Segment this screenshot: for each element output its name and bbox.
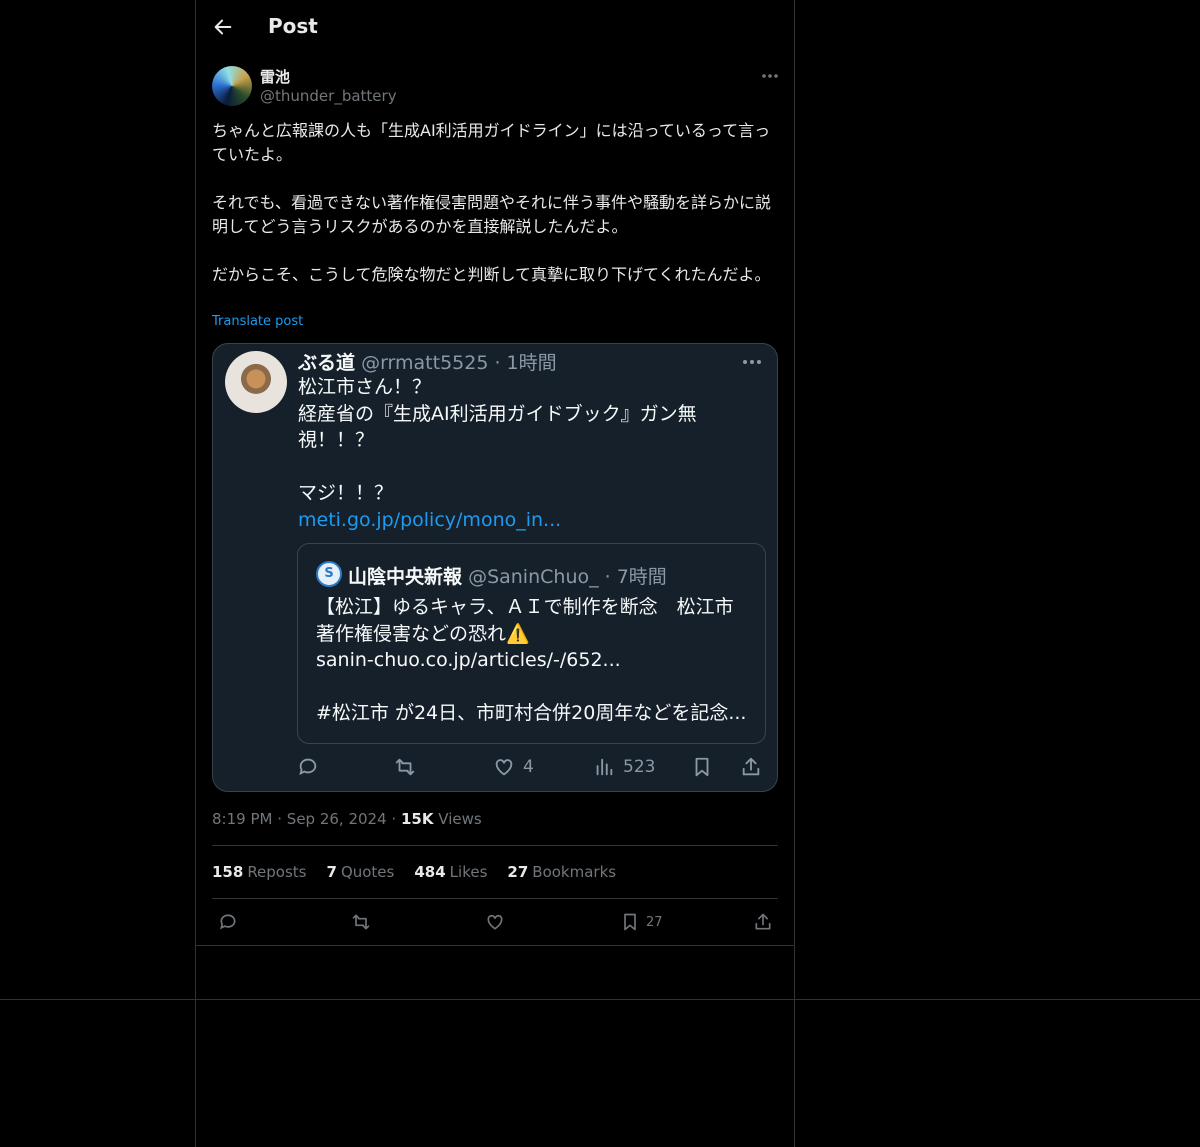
reply-icon (220, 914, 236, 930)
bookmark-icon (695, 757, 709, 777)
quoted-handle-time: @rrmatt5525 · 1時間 (361, 352, 557, 374)
translate-post-link[interactable]: Translate post (212, 314, 303, 329)
quoted-line: 経産省の『生成AI利活用ガイドブック』ガン無 (298, 402, 697, 425)
nested-header: 山陰中央新報 @SaninChuo_ · 7時間 (348, 562, 667, 589)
reply-icon (299, 758, 317, 776)
bookmark-button[interactable]: 27 (620, 911, 663, 933)
quoted-line (298, 454, 718, 481)
quoted-like: 4 (493, 752, 534, 782)
quoted-reply (297, 752, 319, 782)
bookmarks-stat[interactable]: 27 Bookmarks (507, 863, 616, 881)
quoted-more-icon (743, 360, 761, 364)
nested-line: 【松江】ゆるキャラ、ＡＩで制作を断念 松江市 (316, 596, 734, 618)
quoted-action-bar: 4 523 (297, 752, 767, 782)
quoted-link: meti.go.jp/policy/mono_in... (298, 508, 562, 531)
views-count: 15K (400, 810, 434, 828)
quoted-line: 松江市さん！？ (298, 376, 432, 398)
likes-count: 484 (414, 863, 446, 881)
post-meta: 8:19 PM · Sep 26, 2024 · 15K Views (212, 810, 482, 828)
page-title: Post (268, 14, 318, 38)
share-button[interactable] (753, 911, 773, 933)
reposts-stat[interactable]: 158 Reposts (212, 863, 307, 881)
post-text: ちゃんと広報課の人も「生成AI利活用ガイドライン」には沿っているって言っていたよ… (212, 119, 778, 311)
bookmark-count: 27 (646, 914, 663, 930)
more-icon[interactable] (760, 66, 780, 86)
quoted-avatar (225, 351, 287, 413)
likes-label: Likes (449, 863, 488, 881)
quoted-post-image[interactable]: ぶる道 @rrmatt5525 · 1時間 松江市さん！？ 経産省の『生成AI利… (212, 343, 778, 792)
like-button[interactable] (485, 911, 505, 933)
nested-line: #松江市 が24日、市町村合併20周年などを記念... (316, 702, 747, 724)
quoted-bookmark (691, 752, 713, 782)
post-action-bar: 27 (196, 905, 794, 939)
like-icon (487, 914, 503, 930)
stats-divider (212, 898, 778, 899)
author-handle[interactable]: @thunder_battery (260, 87, 397, 105)
post-bottom-divider (196, 945, 794, 946)
post-column: Post 雷池 @thunder_battery ちゃんと広報課の人も「生成AI… (195, 0, 795, 1147)
post-stats: 158 Reposts 7 Quotes 484 Likes 27 Bookmarks (212, 863, 616, 881)
post-paragraph: ちゃんと広報課の人も「生成AI利活用ガイドライン」には沿っているって言っていたよ… (212, 121, 771, 164)
reposts-label: Reposts (247, 863, 307, 881)
bookmarks-label: Bookmarks (532, 863, 617, 881)
quoted-view-count: 523 (623, 757, 656, 777)
quoted-text: 松江市さん！？ 経産省の『生成AI利活用ガイドブック』ガン無 視！！？ マジ！！… (298, 374, 718, 533)
quoted-line: マジ！！？ (298, 482, 394, 504)
nested-name: 山陰中央新報 (348, 566, 463, 588)
repost-icon (352, 914, 370, 930)
post-paragraph: それでも、看過できない著作権侵害問題やそれに伴う事件や騒動を詳らかに説明してどう… (212, 193, 772, 236)
nested-line: sanin-chuo.co.jp/articles/-/652... (316, 649, 621, 671)
share-icon (742, 757, 760, 776)
nested-text: 【松江】ゆるキャラ、ＡＩで制作を断念 松江市 著作権侵害などの恐れ⚠️ sani… (316, 594, 756, 727)
quotes-count: 7 (326, 863, 337, 881)
quoted-name: ぶる道 (298, 352, 356, 374)
quoted-share (740, 752, 762, 782)
author-display-name[interactable]: 雷池 (260, 66, 290, 87)
quotes-label: Quotes (340, 863, 395, 881)
share-icon (755, 913, 771, 930)
bookmarks-count: 27 (507, 863, 529, 881)
page-header: Post (196, 0, 794, 54)
repost-icon (395, 758, 415, 776)
views-label: Views (438, 810, 482, 828)
meta-divider (212, 845, 778, 846)
author-avatar[interactable] (212, 66, 252, 106)
nested-line (316, 674, 756, 701)
nested-logo: S (316, 561, 342, 587)
post-paragraph: だからこそ、こうして危険な物だと判断して真摯に取り下げてくれたんだよ。 (212, 265, 771, 284)
quoted-repost (394, 752, 416, 782)
reply-button[interactable] (218, 911, 238, 933)
back-arrow-icon[interactable] (212, 16, 234, 38)
quoted-header: ぶる道 @rrmatt5525 · 1時間 (298, 348, 557, 375)
views-icon (596, 758, 613, 776)
quoted-views: 523 (593, 752, 655, 782)
quoted-line: 視！！？ (298, 429, 375, 451)
quotes-stat[interactable]: 7 Quotes (327, 863, 395, 881)
nested-line: 著作権侵害などの恐れ⚠️ (316, 622, 530, 645)
nested-quoted-post: S 山陰中央新報 @SaninChuo_ · 7時間 【松江】ゆるキャラ、ＡＩで… (297, 543, 766, 744)
post-time[interactable]: 8:19 PM (212, 810, 272, 828)
meta-separator: · (277, 810, 283, 828)
repost-button[interactable] (351, 911, 371, 933)
reposts-count: 158 (212, 863, 244, 881)
meta-separator: · (391, 810, 397, 828)
nested-handle-time: @SaninChuo_ · 7時間 (468, 566, 667, 588)
post-date[interactable]: Sep 26, 2024 (287, 810, 387, 828)
like-icon (495, 759, 513, 776)
bookmark-icon (624, 913, 636, 931)
quoted-like-count: 4 (523, 757, 534, 777)
likes-stat[interactable]: 484 Likes (414, 863, 487, 881)
